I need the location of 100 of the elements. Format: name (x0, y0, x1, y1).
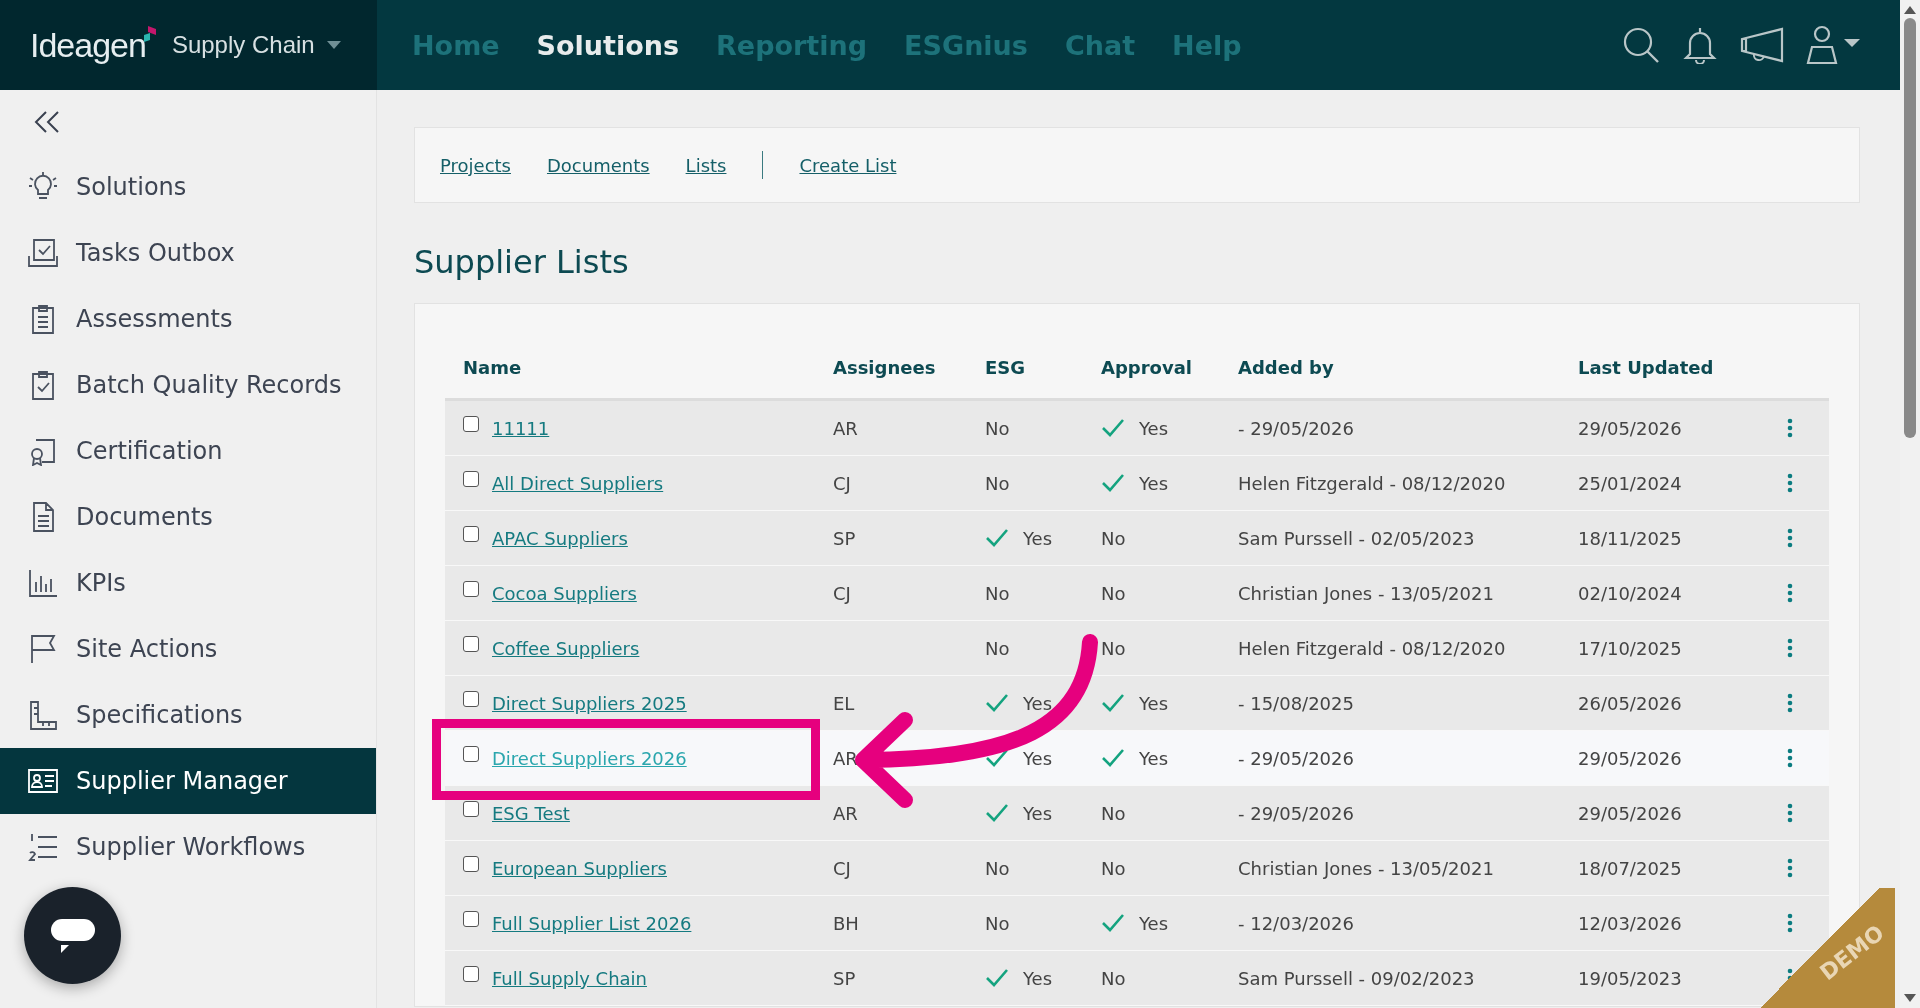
column-header[interactable]: Assignees (815, 356, 967, 378)
more-options-icon[interactable] (1787, 638, 1793, 658)
column-header[interactable]: Added by (1220, 356, 1560, 378)
table-cell: - 29/05/2026 (1238, 802, 1354, 824)
search-icon[interactable] (1622, 26, 1660, 64)
sidebar-item[interactable]: Assessments (0, 286, 376, 352)
more-options-icon[interactable] (1787, 528, 1793, 548)
subnav-link[interactable]: Documents (546, 154, 650, 176)
row-checkbox[interactable] (463, 526, 479, 542)
more-options-icon[interactable] (1787, 583, 1793, 603)
more-options-icon[interactable] (1787, 858, 1793, 878)
table-cell: No (985, 912, 1010, 934)
table-cell: 17/10/2025 (1578, 637, 1682, 659)
column-header[interactable]: Approval (1083, 356, 1220, 378)
table-cell: No (985, 417, 1010, 439)
table-cell: No (985, 472, 1010, 494)
row-checkbox[interactable] (463, 856, 479, 872)
table-cell: 29/05/2026 (1578, 802, 1682, 824)
table-cell: 29/05/2026 (1578, 417, 1682, 439)
table-cell: Yes (1023, 967, 1053, 989)
more-options-icon[interactable] (1787, 693, 1793, 713)
create-list-link[interactable]: Create List (799, 154, 897, 176)
list-name-link[interactable]: Coffee Suppliers (492, 637, 640, 659)
list-name-link[interactable]: APAC Suppliers (492, 527, 628, 549)
row-checkbox[interactable] (463, 911, 479, 927)
row-checkbox[interactable] (463, 691, 479, 707)
sidebar-item[interactable]: Certification (0, 418, 376, 484)
checkbox-tray-icon (28, 238, 58, 268)
list-name-link[interactable]: All Direct Suppliers (492, 472, 664, 494)
subnav-link[interactable]: Lists (685, 154, 727, 176)
chat-button[interactable] (24, 887, 121, 984)
more-options-icon[interactable] (1787, 913, 1793, 933)
row-checkbox[interactable] (463, 416, 479, 432)
table-cell: Helen Fitzgerald - 08/12/2020 (1238, 637, 1506, 659)
table-cell: No (985, 637, 1010, 659)
table-cell: CJ (833, 582, 851, 604)
table-cell: No (985, 582, 1010, 604)
brand-menu[interactable]: Ideagen Supply Chain (0, 0, 377, 90)
table-cell: - 12/03/2026 (1238, 912, 1354, 934)
list-name-link[interactable]: Full Supply Chain (492, 967, 647, 989)
table-cell: No (1101, 582, 1126, 604)
list-name-link[interactable]: 11111 (492, 417, 550, 439)
table-cell: 26/05/2026 (1578, 692, 1682, 714)
scrollbar-thumb[interactable] (1904, 18, 1916, 438)
row-checkbox[interactable] (463, 746, 479, 762)
row-checkbox[interactable] (463, 801, 479, 817)
row-checkbox[interactable] (463, 581, 479, 597)
bell-icon[interactable] (1682, 26, 1718, 64)
more-options-icon[interactable] (1787, 418, 1793, 438)
sidebar-item[interactable]: Tasks Outbox (0, 220, 376, 286)
sidebar-item[interactable]: Specifications (0, 682, 376, 748)
collapse-icon[interactable] (33, 110, 61, 134)
more-options-icon[interactable] (1787, 473, 1793, 493)
list-name-link[interactable]: Cocoa Suppliers (492, 582, 637, 604)
row-checkbox[interactable] (463, 471, 479, 487)
sidebar-item[interactable]: Supplier Workflows (0, 814, 376, 880)
table-cell: Yes (1139, 472, 1169, 494)
caret-icon (326, 41, 341, 49)
table-cell: - 15/08/2025 (1238, 692, 1354, 714)
table-cell: Yes (1139, 747, 1169, 769)
sidebar-item[interactable]: KPIs (0, 550, 376, 616)
table-cell: 12/03/2026 (1578, 912, 1682, 934)
sidebar-item[interactable]: Site Actions (0, 616, 376, 682)
table-cell: Yes (1023, 802, 1053, 824)
table-cell: Helen Fitzgerald - 08/12/2020 (1238, 472, 1506, 494)
page-title: Supplier Lists (414, 243, 630, 281)
row-checkbox[interactable] (463, 636, 479, 652)
row-checkbox[interactable] (463, 966, 479, 982)
scroll-up-icon[interactable] (1904, 6, 1916, 14)
megaphone-icon[interactable] (1740, 27, 1784, 63)
user-menu-icon[interactable] (1806, 25, 1860, 65)
column-header[interactable]: Name (445, 356, 815, 378)
table-cell: Yes (1139, 417, 1169, 439)
numbered-list-icon (28, 832, 58, 862)
table-cell: CJ (833, 472, 851, 494)
table-cell: SP (833, 967, 856, 989)
scroll-down-icon[interactable] (1904, 994, 1916, 1002)
nav-tab[interactable]: Solutions (536, 29, 680, 61)
sidebar-item[interactable]: Batch Quality Records (0, 352, 376, 418)
column-header[interactable]: ESG (967, 356, 1083, 378)
lightbulb-icon (28, 172, 58, 202)
list-name-link[interactable]: European Suppliers (492, 857, 667, 879)
table-cell: AR (833, 802, 858, 824)
sidebar-item[interactable]: Supplier Manager (0, 748, 376, 814)
id-card-icon (28, 766, 58, 796)
table-cell: Yes (1023, 527, 1053, 549)
certificate-icon (28, 436, 58, 466)
subnav-link[interactable]: Projects (440, 154, 511, 176)
logo: Ideagen (30, 25, 146, 65)
column-header[interactable]: Last Updated (1560, 356, 1770, 378)
list-name-link[interactable]: ESG Test (492, 802, 570, 824)
table-cell: No (1101, 857, 1126, 879)
sidebar-item[interactable]: Solutions (0, 154, 376, 220)
sidebar-item[interactable]: Documents (0, 484, 376, 550)
table-cell: 18/07/2025 (1578, 857, 1682, 879)
more-options-icon[interactable] (1787, 748, 1793, 768)
table-cell: 29/05/2026 (1578, 747, 1682, 769)
logo-mark-icon (143, 26, 158, 44)
product-name: Supply Chain (171, 31, 315, 59)
more-options-icon[interactable] (1787, 803, 1793, 823)
